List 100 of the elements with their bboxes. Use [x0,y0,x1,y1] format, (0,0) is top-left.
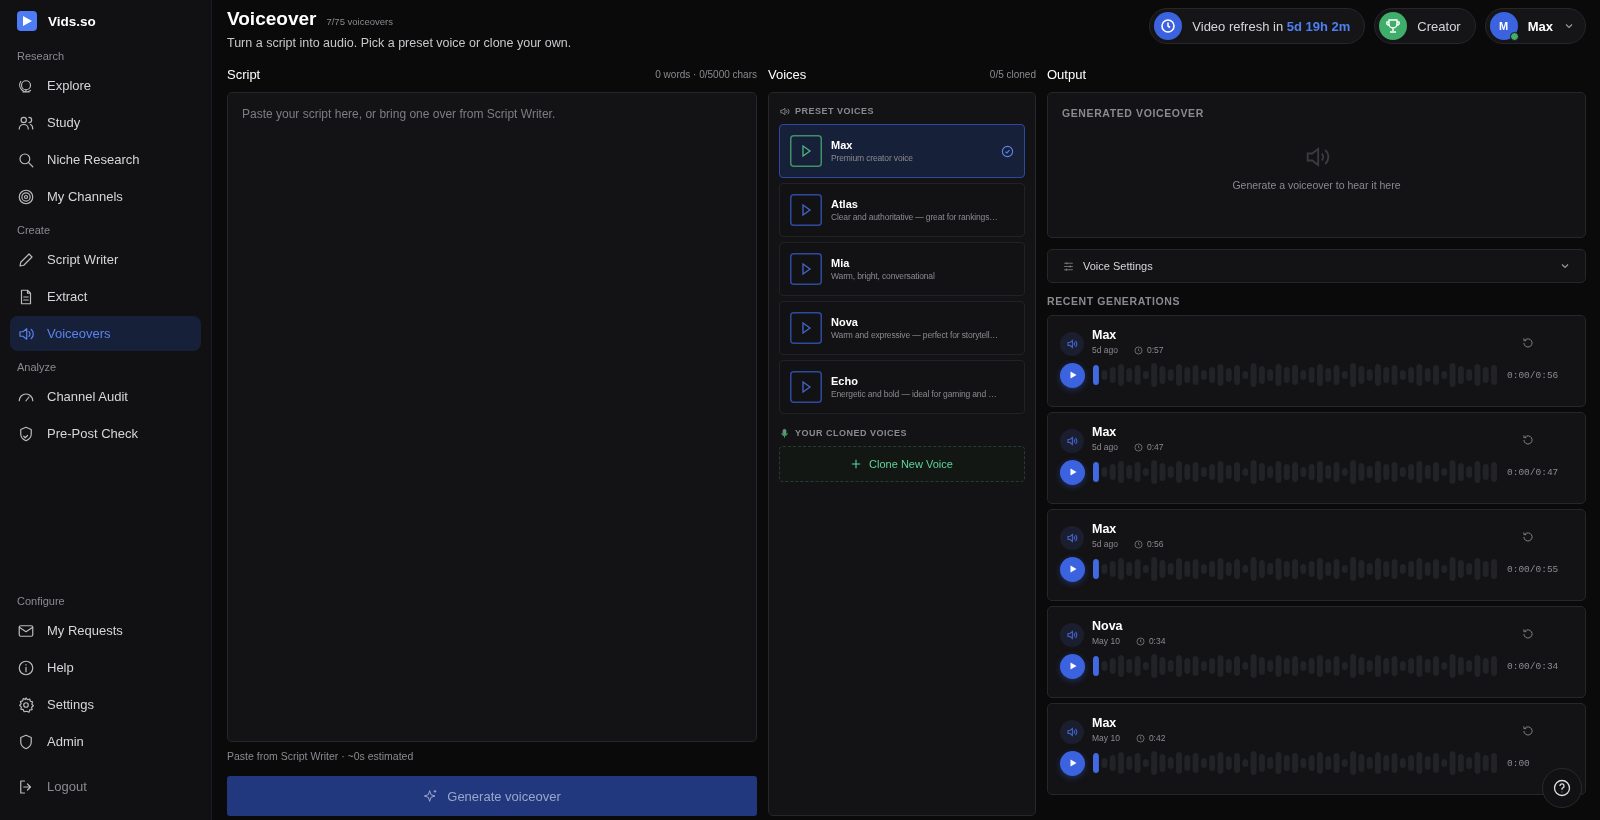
sidebar-item[interactable]: My Requests [10,613,201,648]
playback-time: 0:00/0:55 [1507,563,1560,575]
sidebar-item[interactable]: Channel Audit [10,379,201,414]
sidebar-item[interactable]: My Channels [10,179,201,214]
regenerate-icon[interactable] [1521,530,1535,544]
regenerate-icon[interactable] [1521,336,1535,350]
regenerate-icon[interactable] [1521,627,1535,641]
speaker-icon [1060,623,1084,647]
group-title: YOUR CLONED VOICES [795,428,907,438]
play-icon[interactable] [790,371,822,403]
column-title: Output [1047,66,1087,82]
duration: 0:34 [1148,636,1166,646]
speaker-icon [1060,526,1084,550]
play-icon [1067,467,1078,477]
play-button[interactable] [1060,750,1085,776]
voice-name: Echo [831,375,859,387]
sidebar-item[interactable]: Admin [10,724,201,759]
logout-link[interactable]: Logout [10,769,201,804]
voice-card[interactable]: Nova Warm and expressive — perfect for storytell… [779,301,1025,355]
clock-icon [1134,345,1143,355]
regenerate-icon[interactable] [1521,433,1535,447]
sidebar-item[interactable]: Help [10,650,201,685]
play-button[interactable] [1060,653,1085,679]
sliders-icon [1062,259,1075,273]
sidebar-item[interactable]: Script Writer [10,242,201,277]
sidebar-item[interactable]: Study [10,105,201,140]
clock-icon [1154,12,1183,40]
play-icon[interactable] [790,253,822,285]
empty-message: Generate a voiceover to hear it here [1232,179,1401,191]
voice-description: Warm, bright, conversational [831,271,936,281]
plan-name: Creator [1417,18,1461,34]
play-button[interactable] [1060,362,1085,388]
duration: 0:56 [1147,539,1164,549]
section-title: RECENT GENERATIONS [1047,294,1182,309]
voice-name: Mia [831,257,851,269]
voice-card[interactable]: Max Premium creator voice [779,124,1025,178]
shield-check-icon [17,424,35,443]
generate-button[interactable]: Generate voiceover [227,776,757,816]
group-title: PRESET VOICES [795,106,875,116]
sidebar-item[interactable]: Explore [10,68,201,103]
sidebar-item[interactable]: Voiceovers [10,316,201,351]
panel-title: GENERATED VOICEOVER [1062,107,1204,119]
play-button[interactable] [1060,459,1085,485]
generation-date: 5d ago [1092,345,1118,355]
voice-card[interactable]: Mia Warm, bright, conversational [779,242,1025,296]
column-title: Voices [768,66,807,82]
page-subtitle: Turn a script into audio. Pick a preset voice or clone your own. [227,36,572,50]
settings-icon [17,695,35,714]
voice-name: Nova [831,316,859,328]
script-field[interactable]: Paste your script here, or bring one over from Script Writer. [227,92,757,742]
search-icon [17,150,35,169]
section-label: Configure [16,594,66,609]
voice-description: Energetic and bold — ideal for gaming and … [831,389,998,399]
voice-card[interactable]: Atlas Clear and authoritative — great for rankings… [779,183,1025,237]
microphone-icon [779,427,790,439]
sidebar-item[interactable]: Settings [10,687,201,722]
voices-stats: 0/5 cloned [989,68,1036,80]
voice-name: Max [1092,425,1118,439]
duration: 0:47 [1147,442,1164,452]
sidebar-item[interactable]: Pre-Post Check [10,416,201,451]
play-icon[interactable] [790,312,822,344]
page-title: Voiceover [227,8,317,30]
section-label: Analyze [16,360,58,375]
voice-name: Max [1092,522,1118,536]
playback-time: 0:00/0:34 [1507,660,1560,672]
play-icon[interactable] [790,135,822,167]
clock-icon [1135,733,1145,743]
voice-name: Max [1092,716,1118,730]
speaker-icon [779,105,790,117]
voice-name: Atlas [831,198,859,210]
voice-settings-toggle[interactable]: Voice Settings [1047,249,1586,283]
playback-time: 0:00/0:56 [1507,369,1560,381]
generation-date: 5d ago [1092,539,1118,549]
generation-date: May 10 [1092,636,1120,646]
speaker-icon [1060,429,1084,453]
voice-name: Max [831,139,854,151]
play-icon[interactable] [790,194,822,226]
clock-icon [1134,442,1143,452]
plus-icon [851,459,862,469]
info-icon [17,658,35,677]
voice-card[interactable]: Echo Energetic and bold — ideal for gaming and … [779,360,1025,414]
logo-icon [17,11,37,31]
voice-description: Warm and expressive — perfect for storytell… [831,330,999,340]
voice-description: Premium creator voice [831,153,914,163]
generation-date: May 10 [1092,733,1120,743]
duration: 0:57 [1147,345,1164,355]
sidebar-item[interactable]: Niche Research [10,142,201,177]
speaker-icon [1060,720,1084,744]
sidebar-item[interactable]: Extract [10,279,201,314]
clone-voice-button[interactable]: Clone New Voice [779,446,1025,482]
brand-name: Vids.so [48,13,96,29]
check-circle-icon [1001,144,1014,158]
help-icon [1552,778,1572,798]
shield-icon [17,732,35,751]
voice-name: Nova [1092,619,1124,633]
regenerate-icon[interactable] [1521,724,1535,738]
play-icon [1067,564,1078,574]
user-menu[interactable]: M Max [1484,8,1586,44]
play-icon [1067,661,1078,671]
play-button[interactable] [1060,556,1085,582]
